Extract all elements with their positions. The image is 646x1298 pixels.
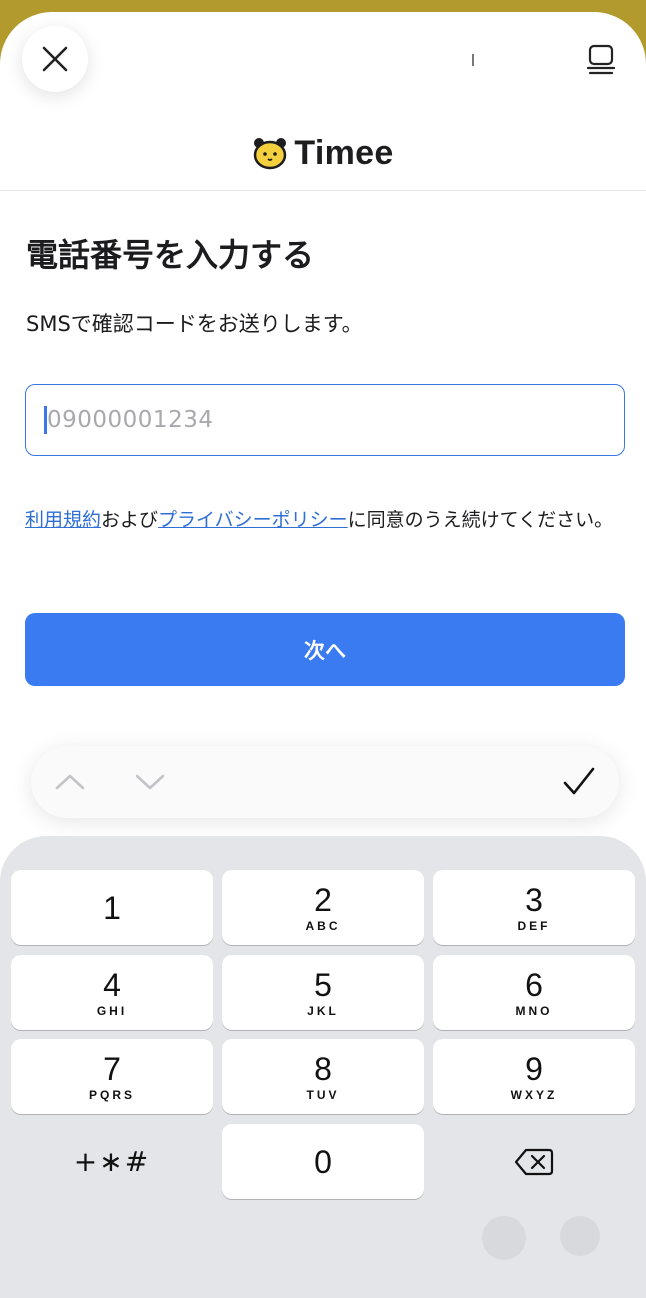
keyboard-accessory-bar [31, 746, 619, 818]
brand-name: Timee [294, 133, 394, 172]
numeric-keypad: 1 2 ABC 3 DEF 4 GHI 5 JKL 6 MNO 7 PQRS 8… [0, 836, 646, 1298]
terms-notice: 利用規約およびプライバシーポリシーに同意のうえ続けてください。 [25, 504, 625, 536]
key-digit: 9 [525, 1050, 543, 1087]
chevron-down-icon [135, 774, 165, 790]
close-icon [42, 46, 68, 72]
symbols-label: +∗# [73, 1145, 151, 1178]
key-3[interactable]: 3 DEF [433, 870, 635, 945]
done-button[interactable] [561, 764, 597, 800]
home-indicator-blur [560, 1216, 600, 1256]
key-digit: 5 [314, 966, 332, 1003]
key-5[interactable]: 5 JKL [222, 955, 424, 1030]
key-digit: 3 [525, 881, 543, 918]
key-9[interactable]: 9 WXYZ [433, 1039, 635, 1114]
status-indicator [472, 54, 474, 66]
privacy-policy-link[interactable]: プライバシーポリシー [158, 509, 348, 531]
key-digit: 7 [103, 1050, 121, 1087]
key-0[interactable]: 0 [222, 1124, 424, 1199]
page-title: 電話番号を入力する [26, 236, 315, 274]
key-digit: 6 [525, 966, 543, 1003]
key-digit: 8 [314, 1050, 332, 1087]
page-subtitle: SMSで確認コードをお送りします。 [26, 312, 363, 336]
menu-button[interactable] [586, 44, 616, 76]
terms-rest-text: に同意のうえ続けてください。 [347, 509, 614, 531]
next-button[interactable]: 次へ [25, 613, 625, 686]
close-button[interactable] [22, 26, 88, 92]
key-letters: WXYZ [510, 1087, 558, 1102]
key-letters: PQRS [88, 1087, 135, 1102]
book-icon [586, 44, 616, 75]
key-digit: 2 [314, 881, 332, 918]
key-digit: 4 [103, 966, 121, 1003]
key-letters: TUV [306, 1087, 340, 1102]
key-letters: JKL [307, 1003, 339, 1018]
key-6[interactable]: 6 MNO [433, 955, 635, 1030]
header-divider [0, 190, 646, 191]
chevron-up-icon [55, 774, 85, 790]
key-4[interactable]: 4 GHI [11, 955, 213, 1030]
phone-number-input[interactable]: 09000001234 [25, 384, 625, 456]
key-letters: MNO [515, 1003, 553, 1018]
key-letters: ABC [305, 918, 341, 933]
key-digit: 0 [314, 1143, 332, 1180]
mascot-icon [254, 138, 287, 170]
terms-of-service-link[interactable]: 利用規約 [25, 509, 101, 531]
key-7[interactable]: 7 PQRS [11, 1039, 213, 1114]
next-field-button[interactable] [133, 768, 167, 796]
phone-placeholder: 09000001234 [47, 407, 214, 433]
key-letters: GHI [96, 1003, 128, 1018]
key-letters: DEF [517, 918, 551, 933]
key-digit: 1 [103, 889, 121, 926]
backspace-icon [514, 1148, 554, 1175]
key-8[interactable]: 8 TUV [222, 1039, 424, 1114]
key-2[interactable]: 2 ABC [222, 870, 424, 945]
terms-and-text: および [101, 509, 159, 531]
brand-logo: Timee [0, 130, 646, 176]
checkmark-icon [563, 767, 595, 795]
previous-field-button[interactable] [53, 768, 87, 796]
delete-key[interactable] [433, 1124, 635, 1199]
home-indicator-blur [482, 1216, 526, 1260]
page-sheet: Timee 電話番号を入力する SMSで確認コードをお送りします。 090000… [0, 12, 646, 1298]
key-1[interactable]: 1 [11, 870, 213, 945]
symbols-key[interactable]: +∗# [11, 1124, 213, 1199]
